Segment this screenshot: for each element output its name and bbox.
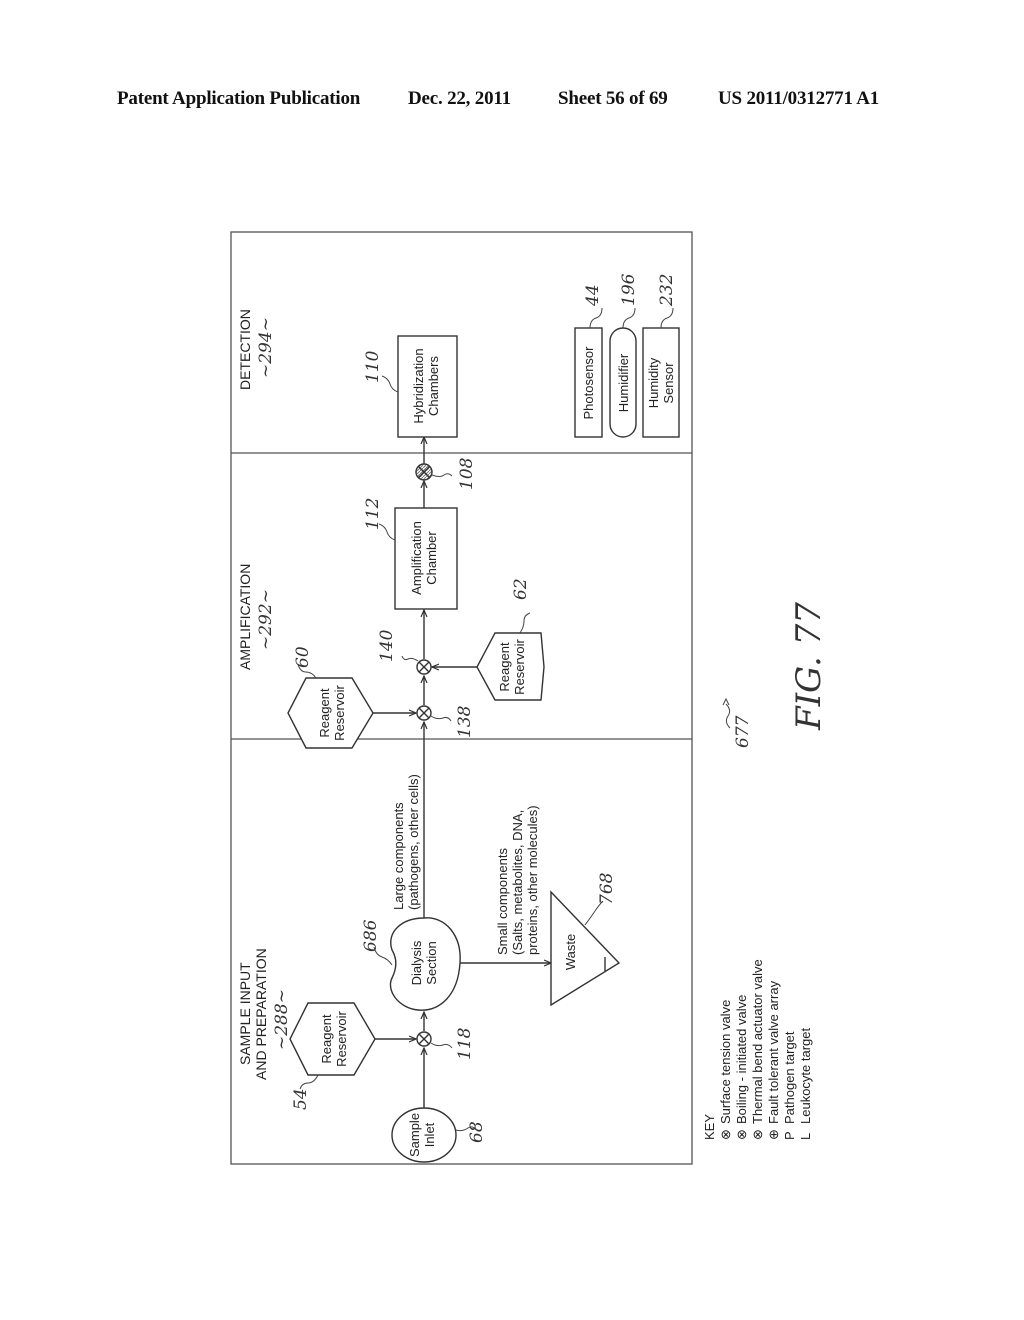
legend-item-thermal-bend-actuator-valve: ⊗ Thermal bend actuator valve (750, 959, 765, 1140)
valve-108: 108 (415, 457, 477, 490)
legend-title: KEY (702, 1114, 717, 1140)
svg-text:Sample: Sample (407, 1113, 422, 1157)
small-components-label: Small components (Salts, metabolites, DN… (495, 805, 540, 955)
svg-text:Chamber: Chamber (424, 531, 439, 585)
svg-text:112: 112 (363, 498, 383, 530)
svg-text:Amplification: Amplification (409, 521, 424, 595)
svg-text:Section: Section (424, 941, 439, 984)
svg-text:768: 768 (597, 872, 617, 905)
large-components-label: Large components (pathogens, other cells… (391, 774, 421, 910)
svg-text:138: 138 (455, 705, 475, 738)
svg-text:(pathogens, other cells): (pathogens, other cells) (406, 774, 421, 910)
svg-text:Reservoir: Reservoir (512, 639, 527, 695)
svg-text:proteins, other molecules): proteins, other molecules) (525, 805, 540, 955)
legend-item-boiling-initiated-valve: ⊗ Boiling - initiated valve (734, 995, 749, 1140)
valve-138: 138 (416, 705, 475, 738)
svg-text:Reservoir: Reservoir (334, 1011, 349, 1067)
legend-item-pathogen-target: P Pathogen target (782, 1031, 797, 1140)
svg-text:AMPLIFICATION: AMPLIFICATION (237, 564, 253, 670)
legend-item-leukocyte-target: L Leukocyte target (798, 1027, 813, 1140)
svg-text:Hybridization: Hybridization (411, 348, 426, 423)
svg-text:196: 196 (619, 273, 639, 306)
hybridization-chambers-node: Hybridization Chambers 110 (363, 335, 458, 438)
valve-118: 118 (416, 1027, 475, 1060)
reagent-reservoir-54: Reagent Reservoir 54 (289, 1002, 376, 1110)
svg-text:Pathogen target: Pathogen target (782, 1031, 797, 1124)
surface-tension-valve-icon: ⊗ (718, 1129, 733, 1140)
section-title-amplification: AMPLIFICATION ~292~ (237, 564, 276, 670)
svg-text:Leukocyte target: Leukocyte target (798, 1027, 813, 1124)
figure-label: FIG. 77 (789, 602, 829, 731)
svg-text:118: 118 (455, 1027, 475, 1060)
svg-text:Dialysis: Dialysis (409, 940, 424, 985)
leukocyte-target-icon: L (798, 1133, 813, 1140)
legend-item-fault-tolerant-valve-array: ⊕ Fault tolerant valve array (766, 980, 781, 1140)
fault-tolerant-valve-icon: ⊕ (766, 1129, 781, 1140)
pathogen-target-icon: P (782, 1131, 797, 1140)
photosensor-node: Photosensor 44 (574, 284, 603, 438)
svg-text:677: 677 (733, 715, 753, 748)
svg-text:Inlet: Inlet (422, 1122, 437, 1147)
svg-text:Reservoir: Reservoir (332, 685, 347, 741)
legend-key: KEY ⊗ Surface tension valve ⊗ Boiling - … (702, 959, 813, 1140)
svg-text:SAMPLE INPUT: SAMPLE INPUT (237, 962, 253, 1065)
svg-text:62: 62 (511, 578, 531, 600)
reagent-reservoir-60: Reagent Reservoir 60 (287, 646, 374, 749)
svg-text:Humidifier: Humidifier (616, 353, 631, 412)
waste-node: Waste 768 (550, 872, 621, 1007)
svg-text:Boiling - initiated valve: Boiling - initiated valve (734, 995, 749, 1124)
svg-text:DETECTION: DETECTION (237, 309, 253, 390)
section-title-sample: SAMPLE INPUT AND PREPARATION ~288~ (237, 948, 292, 1080)
svg-text:108: 108 (457, 457, 477, 490)
reagent-reservoir-62: Reagent Reservoir 62 (476, 578, 545, 701)
svg-text:140: 140 (377, 629, 397, 662)
svg-text:Small components: Small components (495, 848, 510, 955)
amplification-chamber-node: Amplification Chamber 112 (363, 498, 458, 610)
svg-text:54: 54 (291, 1088, 311, 1110)
svg-text:60: 60 (293, 646, 313, 668)
thermal-bend-valve-icon: ⊗ (750, 1129, 765, 1140)
legend-item-surface-tension-valve: ⊗ Surface tension valve (718, 1000, 733, 1140)
sample-inlet-node: Sample Inlet 68 (391, 1107, 487, 1163)
valve-140: 140 (377, 629, 432, 675)
humidifier-node: Humidifier 196 (609, 273, 639, 438)
svg-text:68: 68 (467, 1121, 487, 1143)
svg-text:Waste: Waste (563, 934, 578, 970)
svg-text:~288~: ~288~ (272, 989, 292, 1050)
svg-text:Fault tolerant valve array: Fault tolerant valve array (766, 980, 781, 1124)
humidity-sensor-node: Humidity Sensor 232 (642, 274, 680, 438)
svg-text:Reagent: Reagent (317, 688, 332, 738)
dialysis-section-node: Dialysis Section 686 (361, 917, 461, 1011)
svg-text:Sensor: Sensor (661, 362, 676, 404)
svg-text:Chambers: Chambers (426, 356, 441, 416)
section-title-detection: DETECTION ~294~ (237, 309, 276, 390)
svg-text:Surface tension valve: Surface tension valve (718, 1000, 733, 1124)
svg-text:686: 686 (361, 919, 381, 952)
figure-ref-677: 677 (722, 697, 753, 748)
boiling-initiated-valve-icon: ⊗ (734, 1129, 749, 1140)
svg-text:Humidity: Humidity (646, 357, 661, 408)
fig-77-diagram: SAMPLE INPUT AND PREPARATION ~288~ AMPLI… (230, 231, 829, 1165)
svg-text:Photosensor: Photosensor (581, 346, 596, 420)
svg-text:~292~: ~292~ (256, 589, 276, 650)
svg-text:Reagent: Reagent (319, 1014, 334, 1064)
svg-text:Thermal bend actuator valve: Thermal bend actuator valve (750, 959, 765, 1124)
svg-text:AND PREPARATION: AND PREPARATION (253, 948, 269, 1080)
svg-text:Reagent: Reagent (497, 642, 512, 692)
svg-text:~294~: ~294~ (256, 317, 276, 378)
svg-text:(Salts, metabolites, DNA,: (Salts, metabolites, DNA, (510, 810, 525, 955)
svg-text:44: 44 (583, 284, 603, 307)
svg-text:Large components: Large components (391, 802, 406, 910)
svg-text:110: 110 (363, 350, 383, 383)
svg-text:232: 232 (657, 274, 677, 307)
